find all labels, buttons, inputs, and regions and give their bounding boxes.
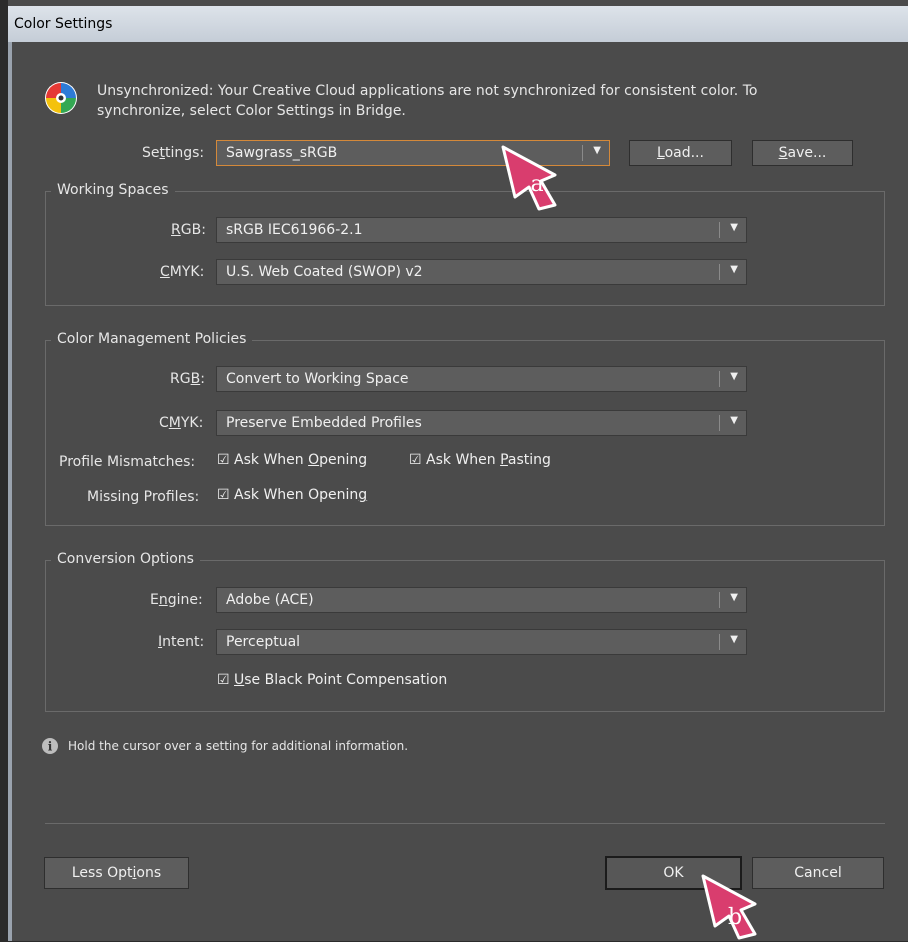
cancel-button[interactable]: Cancel bbox=[752, 857, 884, 889]
chevron-down-icon: ▼ bbox=[730, 415, 738, 426]
checkmark-icon: ☑ bbox=[217, 672, 230, 688]
save-button[interactable]: Save... bbox=[752, 140, 853, 166]
ws-cmyk-label: CMYK: bbox=[160, 264, 205, 280]
working-spaces-title: Working Spaces bbox=[51, 182, 175, 198]
info-text: Hold the cursor over a setting for addit… bbox=[68, 739, 409, 753]
checkmark-icon: ☑ bbox=[409, 452, 422, 468]
intent-dropdown[interactable]: Perceptual ▼ bbox=[216, 629, 747, 655]
ws-rgb-dropdown[interactable]: sRGB IEC61966-2.1 ▼ bbox=[216, 217, 747, 243]
policy-cmyk-label: CMYK: bbox=[159, 415, 204, 431]
chevron-down-icon: ▼ bbox=[730, 264, 738, 275]
callout-b-cursor-icon: b bbox=[701, 874, 757, 940]
policy-cmyk-dropdown[interactable]: Preserve Embedded Profiles ▼ bbox=[216, 410, 747, 436]
ws-cmyk-dropdown[interactable]: U.S. Web Coated (SWOP) v2 ▼ bbox=[216, 259, 747, 285]
intent-label: Intent: bbox=[158, 634, 205, 650]
working-spaces-group bbox=[45, 191, 885, 306]
title-bar: Color Settings bbox=[8, 6, 908, 42]
missing-ask-opening-checkbox[interactable]: ☑ Ask When Opening bbox=[217, 487, 367, 503]
missing-profiles-label: Missing Profiles: bbox=[87, 489, 200, 505]
policies-title: Color Management Policies bbox=[51, 331, 253, 347]
window-frame bbox=[8, 42, 12, 941]
checkmark-icon: ☑ bbox=[217, 487, 230, 503]
engine-dropdown[interactable]: Adobe (ACE) ▼ bbox=[216, 587, 747, 613]
svg-text:i: i bbox=[48, 740, 53, 754]
divider bbox=[45, 823, 885, 824]
load-button[interactable]: Load... bbox=[629, 140, 732, 166]
info-icon: i bbox=[41, 737, 59, 755]
mismatch-ask-pasting-checkbox[interactable]: ☑ Ask When Pasting bbox=[409, 452, 551, 468]
chevron-down-icon: ▼ bbox=[730, 634, 738, 645]
conversion-title: Conversion Options bbox=[51, 551, 200, 567]
ws-rgb-label: RGB: bbox=[171, 222, 206, 238]
mismatch-ask-opening-checkbox[interactable]: ☑ Ask When Opening bbox=[217, 452, 367, 468]
window-title: Color Settings bbox=[14, 16, 113, 32]
settings-label: Settings: bbox=[142, 145, 205, 161]
chevron-down-icon: ▼ bbox=[730, 592, 738, 603]
black-point-compensation-checkbox[interactable]: ☑ Use Black Point Compensation bbox=[217, 672, 447, 688]
callout-b-letter: b bbox=[727, 905, 743, 930]
sync-message-line1: Unsynchronized: Your Creative Cloud appl… bbox=[97, 83, 758, 99]
callout-a-letter: a bbox=[530, 172, 544, 197]
sync-message-line2: synchronize, select Color Settings in Br… bbox=[97, 103, 406, 119]
engine-label: Engine: bbox=[150, 592, 203, 608]
policy-rgb-label: RGB: bbox=[170, 371, 205, 387]
color-wheel-icon bbox=[44, 81, 78, 115]
chevron-down-icon: ▼ bbox=[730, 371, 738, 382]
chevron-down-icon: ▼ bbox=[593, 145, 601, 156]
checkmark-icon: ☑ bbox=[217, 452, 230, 468]
policy-rgb-dropdown[interactable]: Convert to Working Space ▼ bbox=[216, 366, 747, 392]
chevron-down-icon: ▼ bbox=[730, 222, 738, 233]
less-options-button[interactable]: Less Options bbox=[44, 857, 189, 889]
settings-value: Sawgrass_sRGB bbox=[226, 145, 338, 161]
profile-mismatches-label: Profile Mismatches: bbox=[59, 454, 196, 470]
callout-a-cursor-icon: a bbox=[501, 145, 557, 211]
